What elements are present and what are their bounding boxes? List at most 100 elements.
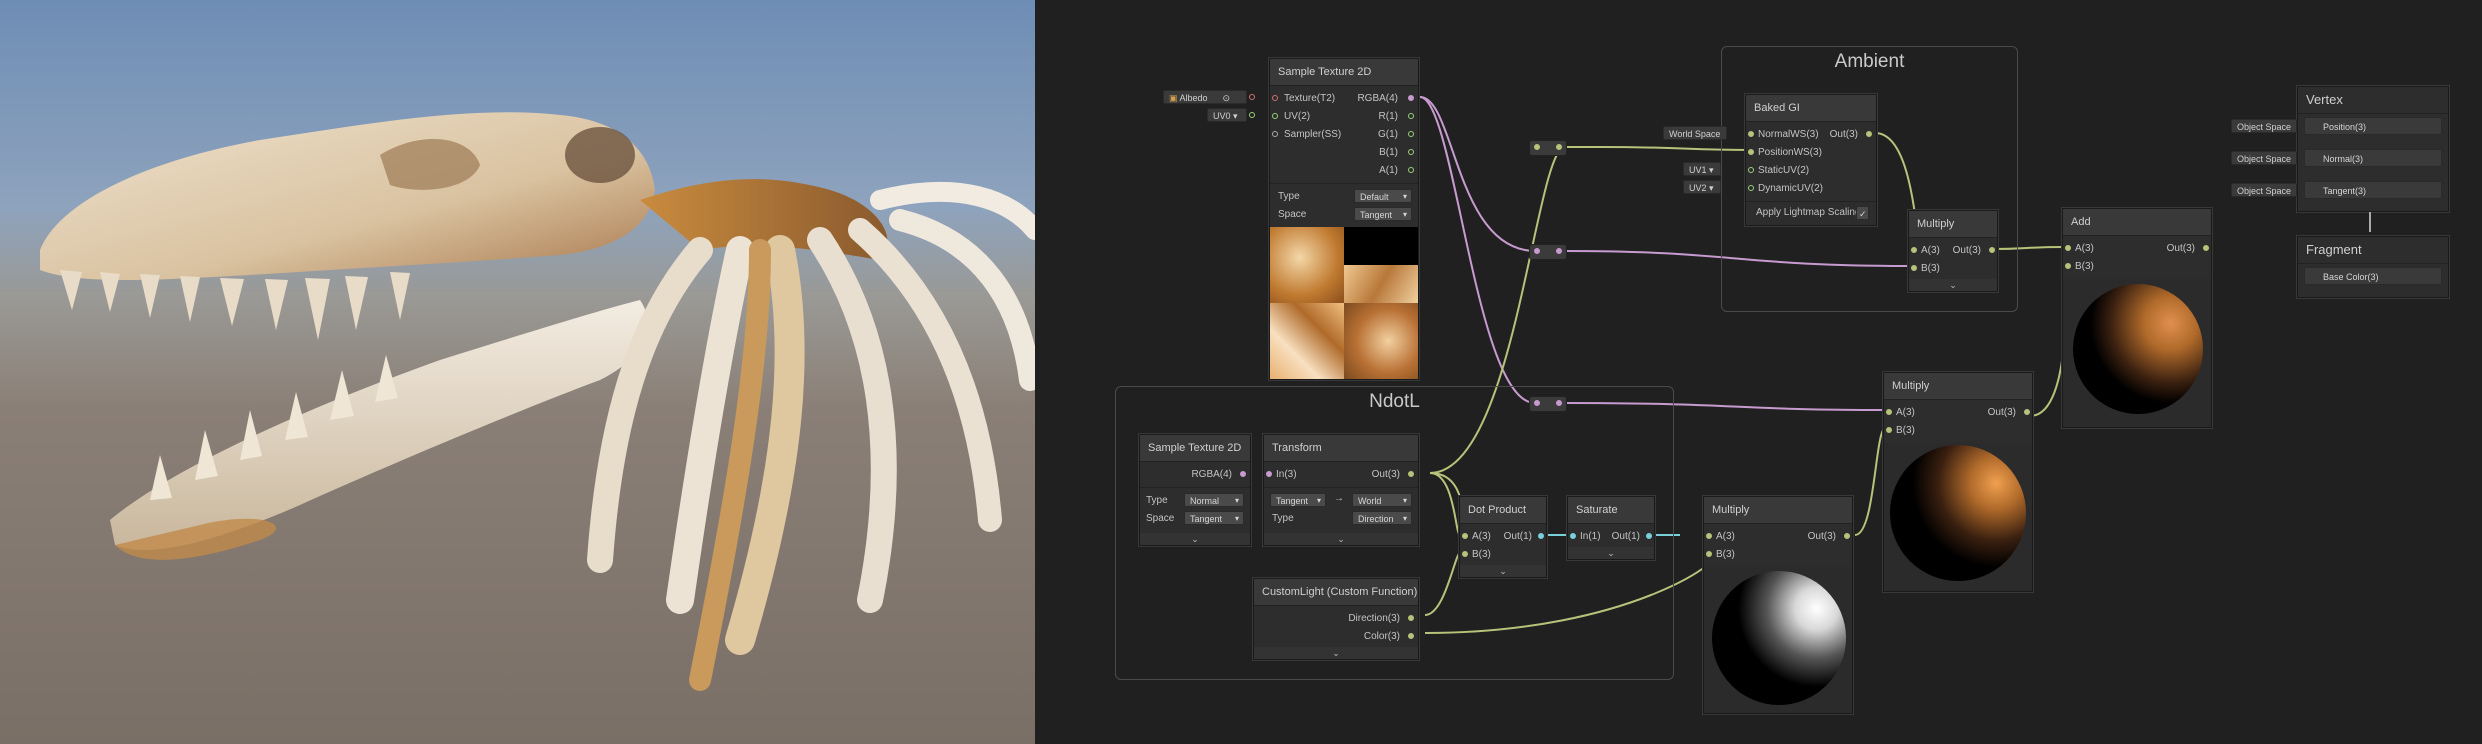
sample-texture-2d-node[interactable]: Sample Texture 2D Texture(T2) UV(2) Samp…: [1269, 58, 1419, 380]
expand-chevron-icon[interactable]: ⌄: [1568, 547, 1654, 559]
g-output-dot[interactable]: [1408, 131, 1414, 137]
redirect-in-dot[interactable]: [1534, 248, 1540, 254]
shader-graph-canvas[interactable]: Ambient NdotL ▣ Albedo ⊙ UV0 ▾ Sample Tex…: [1035, 0, 2482, 744]
uv0-port-dot[interactable]: [1249, 112, 1255, 118]
a-input-label: A(3): [1921, 245, 1940, 256]
saturate-node[interactable]: Saturate In(1) Out(1) ⌄: [1567, 496, 1655, 560]
position-ws-input-dot[interactable]: [1748, 149, 1754, 155]
redirect-node-1[interactable]: [1529, 140, 1567, 156]
albedo-port-dot[interactable]: [1249, 94, 1255, 100]
multiply-ambient-node[interactable]: Multiply A(3) B(3) Out(3) ⌄: [1908, 210, 1998, 292]
normal-block[interactable]: Normal(3): [2304, 149, 2442, 167]
from-space-dropdown[interactable]: Tangent ▾: [1270, 493, 1326, 507]
redirect-out-dot[interactable]: [1556, 400, 1562, 406]
color-output-dot[interactable]: [1408, 633, 1414, 639]
multiply-combine-preview: [1884, 443, 2032, 591]
normal-ws-input-dot[interactable]: [1748, 131, 1754, 137]
dot-product-node[interactable]: Dot Product A(3) B(3) Out(1) ⌄: [1459, 496, 1547, 578]
output-dot[interactable]: [2203, 245, 2209, 251]
multiply-combine-node[interactable]: Multiply A(3) B(3) Out(3): [1883, 372, 2033, 592]
redirect-node-3[interactable]: [1529, 396, 1567, 412]
redirect-in-dot[interactable]: [1534, 400, 1540, 406]
output-dot[interactable]: [2024, 409, 2030, 415]
redirect-out-dot[interactable]: [1556, 144, 1562, 150]
expand-chevron-icon[interactable]: ⌄: [1254, 647, 1418, 659]
expand-chevron-icon[interactable]: ⌄: [1460, 565, 1546, 577]
texture-input-dot[interactable]: [1272, 95, 1278, 101]
base-color-block[interactable]: Base Color(3): [2304, 267, 2442, 285]
albedo-property-pill[interactable]: ▣ Albedo ⊙: [1163, 90, 1247, 104]
space-value: Tangent: [1190, 514, 1223, 524]
a-output-dot[interactable]: [1408, 167, 1414, 173]
expand-chevron-icon[interactable]: ⌄: [1264, 533, 1418, 545]
a-input-dot[interactable]: [2065, 245, 2071, 251]
a-input-dot[interactable]: [1462, 533, 1468, 539]
texture-property-icon: ▣: [1169, 93, 1180, 103]
b-output-dot[interactable]: [1408, 149, 1414, 155]
space-dropdown[interactable]: Tangent ▾: [1184, 511, 1244, 525]
type-dropdown[interactable]: Normal ▾: [1184, 493, 1244, 507]
b-input-dot[interactable]: [1911, 265, 1917, 271]
scene-viewport[interactable]: [0, 0, 1035, 744]
b-input-dot[interactable]: [1462, 551, 1468, 557]
world-space-pill[interactable]: World Space: [1663, 126, 1727, 140]
object-space-pill-tangent[interactable]: Object Space: [2231, 183, 2297, 197]
a-input-dot[interactable]: [1886, 409, 1892, 415]
baked-gi-node[interactable]: Baked GI NormalWS(3) PositionWS(3) Stati…: [1745, 94, 1877, 226]
add-node[interactable]: Add A(3) B(3) Out(3): [2062, 208, 2212, 428]
a-input-dot[interactable]: [1911, 247, 1917, 253]
normal-sample-texture-node[interactable]: Sample Texture 2D RGBA(4) Type Normal ▾ S…: [1139, 434, 1251, 546]
object-space-pill-normal[interactable]: Object Space: [2231, 151, 2297, 165]
static-uv-input-dot[interactable]: [1748, 167, 1754, 173]
redirect-in-dot[interactable]: [1534, 144, 1540, 150]
uv1-pill[interactable]: UV1 ▾: [1683, 162, 1721, 176]
uv0-property-pill[interactable]: UV0 ▾: [1207, 108, 1247, 122]
rgba-output-dot[interactable]: [1240, 471, 1246, 477]
type-label: Type: [1146, 495, 1168, 506]
redirect-node-2[interactable]: [1529, 244, 1567, 260]
b-input-dot[interactable]: [2065, 263, 2071, 269]
type-dropdown[interactable]: Default ▾: [1354, 189, 1412, 203]
uv-input-dot[interactable]: [1272, 113, 1278, 119]
output-dot[interactable]: [1646, 533, 1652, 539]
output-label: Out(1): [1503, 531, 1532, 542]
fragment-master-stack[interactable]: Fragment Base Color(3): [2297, 236, 2449, 298]
r-output-dot[interactable]: [1408, 113, 1414, 119]
albedo-label: Albedo: [1179, 93, 1208, 103]
out-output-dot[interactable]: [1408, 471, 1414, 477]
output-dot[interactable]: [1538, 533, 1544, 539]
to-space-dropdown[interactable]: World ▾: [1352, 493, 1412, 507]
sampler-input-dot[interactable]: [1272, 131, 1278, 137]
output-dot[interactable]: [1989, 247, 1995, 253]
redirect-out-dot[interactable]: [1556, 248, 1562, 254]
static-uv-label: StaticUV(2): [1758, 165, 1810, 176]
tangent-block[interactable]: Tangent(3): [2304, 181, 2442, 199]
in-input-dot[interactable]: [1570, 533, 1576, 539]
transform-node[interactable]: Transform In(3) Out(3) Tangent ▾ → World ▾…: [1263, 434, 1419, 546]
object-space-pill-position[interactable]: Object Space: [2231, 119, 2297, 133]
b-input-dot[interactable]: [1886, 427, 1892, 433]
direction-output-dot[interactable]: [1408, 615, 1414, 621]
baked-gi-output-label: Out(3): [1829, 129, 1858, 140]
object-space-label: Object Space: [2237, 122, 2292, 132]
in-input-label: In(3): [1276, 469, 1297, 480]
a-input-dot[interactable]: [1706, 533, 1712, 539]
baked-gi-output-dot[interactable]: [1866, 131, 1872, 137]
rgba-output-dot[interactable]: [1408, 95, 1414, 101]
dynamic-uv-input-dot[interactable]: [1748, 185, 1754, 191]
uv2-pill[interactable]: UV2 ▾: [1683, 180, 1721, 194]
expand-chevron-icon[interactable]: ⌄: [1140, 533, 1250, 545]
lightmap-label: Apply Lightmap Scaling: [1756, 207, 1861, 218]
space-dropdown[interactable]: Tangent ▾: [1354, 207, 1412, 221]
vertex-master-stack[interactable]: Vertex Position(3) Normal(3) Tangent(3): [2297, 86, 2449, 212]
output-dot[interactable]: [1844, 533, 1850, 539]
dynamic-uv-label: DynamicUV(2): [1758, 183, 1824, 194]
multiply-ndotl-node[interactable]: Multiply A(3) B(3) Out(3): [1703, 496, 1853, 714]
b-input-dot[interactable]: [1706, 551, 1712, 557]
in-input-dot[interactable]: [1266, 471, 1272, 477]
expand-chevron-icon[interactable]: ⌄: [1909, 279, 1997, 291]
type-dropdown[interactable]: Direction ▾: [1352, 511, 1412, 525]
lightmap-checkbox[interactable]: ✓: [1856, 206, 1869, 220]
custom-light-node[interactable]: CustomLight (Custom Function) Direction(…: [1253, 578, 1419, 660]
position-block[interactable]: Position(3): [2304, 117, 2442, 135]
